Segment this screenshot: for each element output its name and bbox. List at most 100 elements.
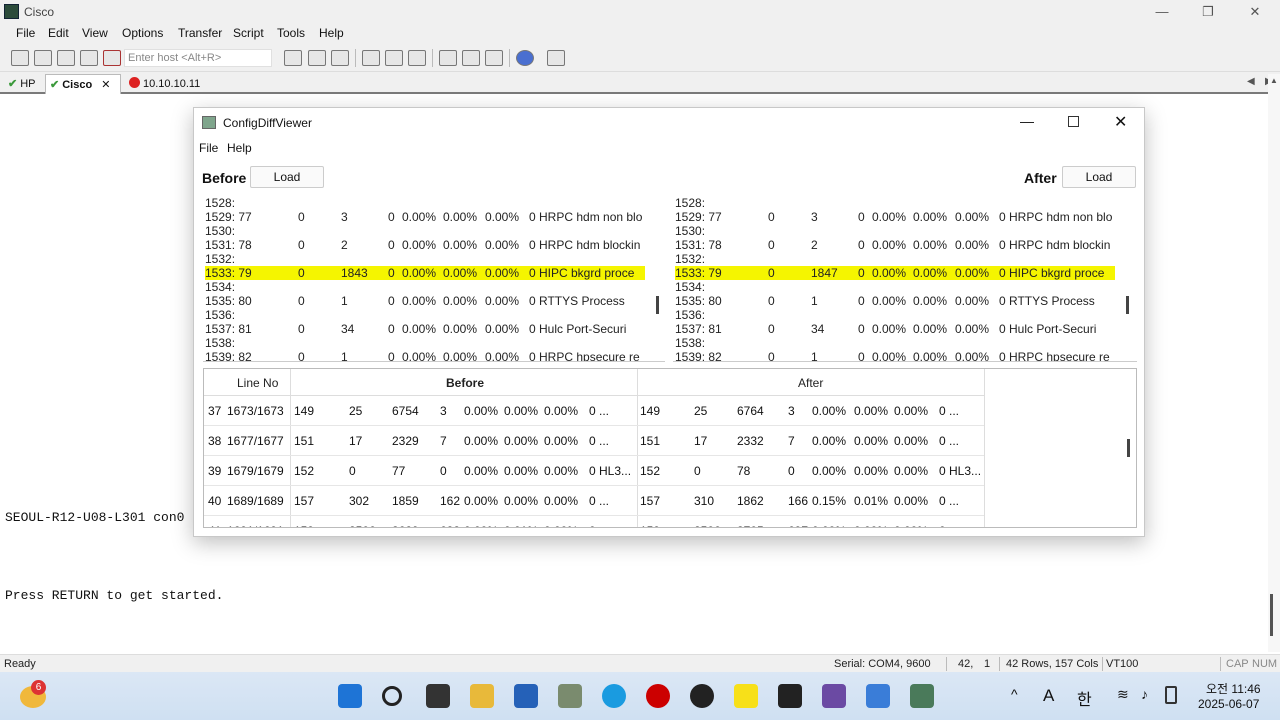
table-cell: 149 xyxy=(640,404,661,418)
dialog-menu-help[interactable]: Help xyxy=(227,141,252,155)
diff-table[interactable]: Line No Before After 37 1673/1673 149 25 675… xyxy=(203,368,1137,528)
snipping-tool-icon[interactable] xyxy=(822,684,846,708)
scrollbar-thumb[interactable] xyxy=(1270,594,1273,636)
reconnect-icon[interactable] xyxy=(80,50,98,66)
table-row[interactable]: 38 1677/1677 151 17 2329 7 0.00% 0.00% 0.00% 0 ..… xyxy=(204,426,984,456)
table-row[interactable]: 41 1691/1691 159 2506 3629 688 0.00% 0.01% 0.00%… xyxy=(204,516,984,527)
menu-script[interactable]: Script xyxy=(233,26,264,40)
notepad-icon[interactable] xyxy=(866,684,890,708)
dialog-close-icon[interactable]: ✕ xyxy=(1114,112,1127,132)
start-icon[interactable] xyxy=(338,684,362,708)
terminal-scrollbar[interactable]: ▲ xyxy=(1268,74,1280,652)
before-pane[interactable]: 1528: 1529: 77 0 3 0 0.00% 0.00% 0.00% 0 HRPC hd… xyxy=(203,196,665,362)
tab-scroll-left-icon[interactable]: ◀ xyxy=(1247,76,1255,87)
keymap-icon[interactable] xyxy=(485,50,503,66)
tab-10-10-10-11[interactable]: 10.10.10.11 xyxy=(125,74,204,94)
clock-time[interactable]: 오전 11:46 xyxy=(1206,680,1261,697)
header-line-no[interactable]: Line No xyxy=(237,376,278,390)
diff-line-field: 0.00% xyxy=(955,238,990,252)
table-row[interactable]: 39 1679/1679 152 0 77 0 0.00% 0.00% 0.00% 0 HL3..… xyxy=(204,456,984,486)
recorder-icon[interactable] xyxy=(646,684,670,708)
menu-tools[interactable]: Tools xyxy=(277,26,305,40)
diff-line-field: 0 xyxy=(388,210,395,224)
diff-line-field: 0 xyxy=(768,238,775,252)
quick-connect-icon[interactable] xyxy=(34,50,52,66)
table-cell: 37 xyxy=(208,404,222,418)
load-before-button[interactable]: Load xyxy=(250,166,324,188)
dialog-minimize-icon[interactable]: — xyxy=(1020,113,1034,129)
language-indicator[interactable]: 한 xyxy=(1077,686,1092,710)
table-cell: 1689/1689 xyxy=(227,494,284,508)
table-scroll-thumb[interactable] xyxy=(1127,439,1130,457)
table-row[interactable]: 40 1689/1689 157 302 1859 162 0.00% 0.00% 0.00% 0… xyxy=(204,486,984,516)
diff-line-field: 0 xyxy=(768,210,775,224)
close-tab-icon[interactable]: ✕ xyxy=(101,79,110,91)
menu-view[interactable]: View xyxy=(82,26,108,40)
options-icon[interactable] xyxy=(462,50,480,66)
tab-cisco[interactable]: ✔ Cisco ✕ xyxy=(45,74,121,94)
kakaotalk-icon[interactable] xyxy=(734,684,758,708)
paste-icon[interactable] xyxy=(308,50,326,66)
diff-line: 1532: xyxy=(675,252,1115,266)
volume-icon[interactable]: ♪ xyxy=(1141,686,1148,702)
restore-icon[interactable]: ❐ xyxy=(1198,3,1218,21)
table-cell: 1673/1673 xyxy=(227,404,284,418)
table-cell: 0 HL3... xyxy=(939,464,982,478)
search-icon[interactable] xyxy=(382,686,402,706)
scroll-up-icon[interactable]: ▲ xyxy=(1270,76,1278,85)
task-view-icon[interactable] xyxy=(426,684,450,708)
diff-line-field: 1843 xyxy=(341,266,368,280)
wifi-icon[interactable]: ≋ xyxy=(1117,686,1129,703)
printer-icon[interactable] xyxy=(408,50,426,66)
connect-tab-icon[interactable] xyxy=(57,50,75,66)
menu-options[interactable]: Options xyxy=(122,26,163,40)
host-input[interactable]: Enter host <Alt+R> xyxy=(124,49,272,67)
table-cell: 0.00% xyxy=(854,434,889,448)
config-diff-viewer-task-icon[interactable] xyxy=(910,684,934,708)
table-cell: 2506 xyxy=(349,524,376,527)
print-icon[interactable] xyxy=(362,50,380,66)
file-explorer-icon[interactable] xyxy=(470,684,494,708)
settings-icon[interactable] xyxy=(439,50,457,66)
load-after-button[interactable]: Load xyxy=(1062,166,1136,188)
after-pane-scroll-thumb[interactable] xyxy=(1126,296,1129,314)
after-pane[interactable]: 1528: 1529: 77 0 3 0 0.00% 0.00% 0.00% 0 HRPC hd… xyxy=(673,196,1137,362)
ime-indicator[interactable]: A xyxy=(1043,686,1054,706)
store-icon[interactable] xyxy=(514,684,538,708)
find-icon[interactable] xyxy=(331,50,349,66)
minimize-icon[interactable]: — xyxy=(1152,3,1172,21)
table-row[interactable]: 37 1673/1673 149 25 6754 3 0.00% 0.00% 0.00% 0 ..… xyxy=(204,396,984,426)
print-setup-icon[interactable] xyxy=(385,50,403,66)
terminal-icon[interactable] xyxy=(778,684,802,708)
tab-hp[interactable]: ✔ HP xyxy=(4,74,40,94)
battery-icon[interactable] xyxy=(1165,686,1177,704)
table-cell: 0.00% xyxy=(812,524,846,527)
menu-edit[interactable]: Edit xyxy=(48,26,69,40)
header-before[interactable]: Before xyxy=(446,376,484,390)
diff-line-field: 0.00% xyxy=(955,322,990,336)
menu-help[interactable]: Help xyxy=(319,26,344,40)
diff-line-field: 0 xyxy=(388,238,395,252)
disconnect-icon[interactable] xyxy=(103,50,121,66)
menu-transfer[interactable]: Transfer xyxy=(178,26,222,40)
table-cell: 1677/1677 xyxy=(227,434,284,448)
diff-line-field: 0 HIPC bkgrd proce xyxy=(529,266,635,280)
diff-line-field: 1 xyxy=(341,350,348,362)
menu-file[interactable]: File xyxy=(16,26,35,40)
window-title: Cisco xyxy=(24,5,55,19)
dialog-menu-file[interactable]: File xyxy=(199,141,218,155)
copy-icon[interactable] xyxy=(284,50,302,66)
close-icon[interactable]: ✕ xyxy=(1245,3,1265,21)
before-pane-scroll-thumb[interactable] xyxy=(656,296,659,314)
connect-icon[interactable] xyxy=(11,50,29,66)
sftp-icon[interactable] xyxy=(547,50,565,66)
securecrt-icon[interactable] xyxy=(558,684,582,708)
edge-icon[interactable] xyxy=(602,684,626,708)
dialog-maximize-icon[interactable] xyxy=(1068,116,1079,127)
table-cell: 1862 xyxy=(737,494,764,508)
header-after[interactable]: After xyxy=(798,376,823,390)
help-icon[interactable] xyxy=(516,50,534,66)
media-player-icon[interactable] xyxy=(690,684,714,708)
clock-date[interactable]: 2025-06-07 xyxy=(1198,697,1259,711)
tray-overflow-icon[interactable]: ^ xyxy=(1011,686,1018,702)
